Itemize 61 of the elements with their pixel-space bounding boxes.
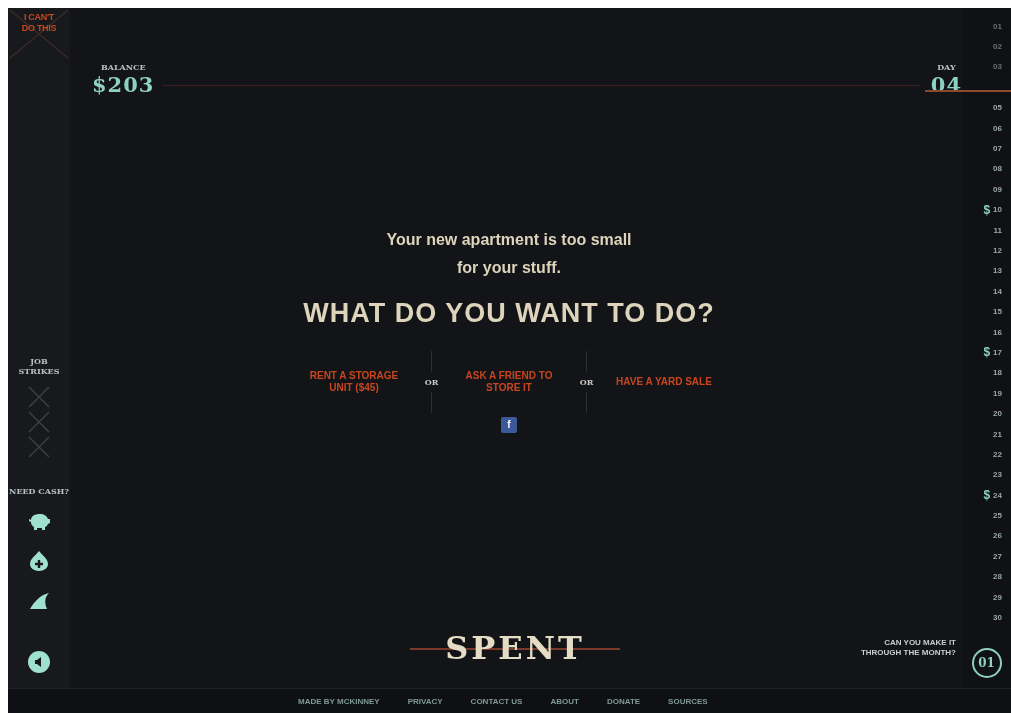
cash-label: NEED CASH? xyxy=(9,486,69,496)
choice-link[interactable]: RENT A STORAGE UNIT ($45) xyxy=(304,370,404,394)
day-number[interactable]: 08 xyxy=(993,164,1002,174)
day-number[interactable]: 06 xyxy=(993,123,1002,133)
day-number[interactable]: 10 xyxy=(993,205,1002,215)
piggy-bank-icon[interactable] xyxy=(28,512,50,530)
day-number[interactable]: 27 xyxy=(993,551,1002,561)
footer-link[interactable]: SOURCES xyxy=(668,696,708,706)
balance-label: BALANCE xyxy=(100,62,146,72)
logo-text: SPENT xyxy=(445,629,585,667)
day-number[interactable]: 24 xyxy=(993,490,1002,500)
x-mark-icon xyxy=(8,8,70,60)
footer-link[interactable]: ABOUT xyxy=(550,696,579,706)
payday-marker: $ xyxy=(983,345,991,360)
footer-link[interactable]: DONATE xyxy=(606,696,641,706)
x-mark-icon xyxy=(28,411,50,433)
balance-value: $203 xyxy=(92,72,155,98)
day-number[interactable]: 02 xyxy=(993,42,1002,52)
choice-link[interactable]: ASK A FRIEND TO STORE IT xyxy=(459,370,559,394)
day-number[interactable]: 29 xyxy=(993,592,1002,602)
day-number[interactable]: 09 xyxy=(993,184,1002,194)
day-number[interactable]: 05 xyxy=(993,103,1002,113)
share-button[interactable]: f xyxy=(501,417,517,433)
day-number[interactable]: 11 xyxy=(993,225,1002,235)
day-number[interactable]: 07 xyxy=(993,144,1002,154)
day-number[interactable]: 13 xyxy=(993,266,1002,276)
footer-link[interactable]: CONTACT US xyxy=(470,696,523,706)
payday-marker: $ xyxy=(983,202,991,217)
day-number[interactable]: 22 xyxy=(993,449,1002,459)
day-number[interactable]: 30 xyxy=(993,613,1002,622)
footer-link[interactable]: MADE BY MCKINNEY xyxy=(298,696,380,706)
x-mark-icon xyxy=(28,386,50,408)
scenario-text: Your new apartment is too small for your stuff. xyxy=(385,230,633,278)
day-number[interactable]: 26 xyxy=(993,531,1002,541)
speaker-icon[interactable] xyxy=(27,650,51,674)
day-number[interactable]: 03 xyxy=(993,62,1002,72)
day-number[interactable]: 19 xyxy=(993,388,1002,398)
strikes-label: JOB STRIKES xyxy=(17,356,61,376)
day-number[interactable]: 20 xyxy=(993,409,1002,419)
plus-drop-icon[interactable] xyxy=(29,550,49,572)
day-number[interactable]: 15 xyxy=(993,307,1002,317)
round-badge: 01 xyxy=(971,648,1002,678)
day-number[interactable]: 28 xyxy=(993,572,1002,582)
day-number[interactable]: 12 xyxy=(993,246,1002,255)
tagline-text: CAN YOU MAKE IT THROUGH THE MONTH? xyxy=(859,638,956,658)
x-mark-icon xyxy=(28,436,50,458)
day-number[interactable]: 01 xyxy=(993,21,1002,31)
day-label: DAY xyxy=(937,62,956,72)
fin-icon[interactable] xyxy=(28,592,50,610)
day-number[interactable]: 18 xyxy=(993,368,1002,378)
quit-button[interactable]: I CAN'T DO THIS xyxy=(8,8,70,60)
payday-marker: $ xyxy=(983,488,991,503)
footer-link[interactable]: PRIVACY xyxy=(407,696,443,706)
day-number[interactable]: 16 xyxy=(993,327,1002,337)
day-number[interactable]: 14 xyxy=(993,286,1002,296)
day-number[interactable]: 21 xyxy=(993,429,1002,439)
day-number[interactable]: 23 xyxy=(993,470,1002,480)
day-number[interactable]: 17 xyxy=(993,347,1002,357)
choice-link[interactable]: HAVE A YARD SALE xyxy=(614,376,714,388)
question-heading: WHAT DO YOU WANT TO DO? xyxy=(303,298,715,329)
day-number[interactable]: 25 xyxy=(993,511,1002,521)
